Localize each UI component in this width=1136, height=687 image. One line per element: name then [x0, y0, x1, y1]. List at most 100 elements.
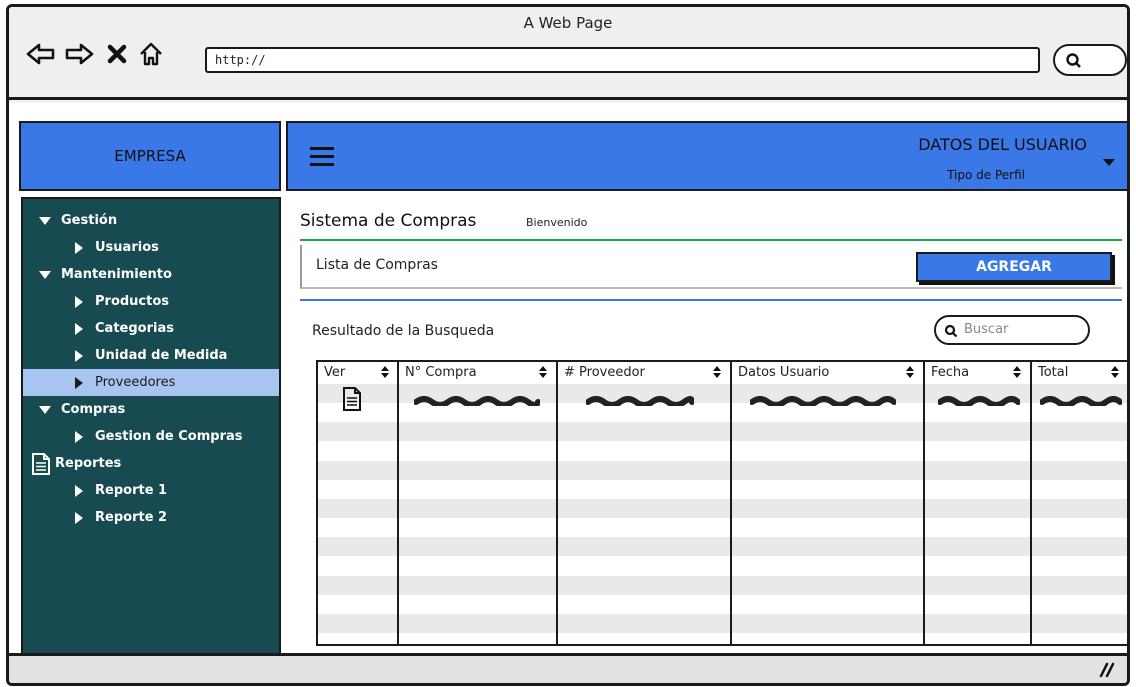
- triangle-right-icon: [75, 484, 83, 497]
- sidebar-item-usuarios[interactable]: Usuarios: [23, 234, 279, 261]
- column-divider: [730, 362, 732, 644]
- results-label: Resultado de la Busqueda: [312, 323, 495, 339]
- browser-search-button[interactable]: [1053, 44, 1127, 76]
- user-profile-type: Tipo de Perfil: [947, 168, 1025, 182]
- sidebar-item-categorias[interactable]: Categorias: [23, 315, 279, 342]
- sidebar-item-label: Categorias: [95, 321, 174, 336]
- triangle-down-icon: [39, 405, 51, 414]
- sidebar-item-unidad-de-medida[interactable]: Unidad de Medida: [23, 342, 279, 369]
- sidebar-item-reportes[interactable]: Reportes: [23, 450, 279, 477]
- sidebar-item-reporte-1[interactable]: Reporte 1: [23, 477, 279, 504]
- welcome-text: Bienvenido: [526, 216, 588, 229]
- sidebar-item-reporte-2[interactable]: Reporte 2: [23, 504, 279, 531]
- triangle-right-icon: [75, 430, 83, 443]
- brand-logo: EMPRESA: [19, 121, 281, 191]
- purchases-table: Ver N° Compra # Proveedor Datos Usuario …: [316, 360, 1127, 646]
- add-button[interactable]: AGREGAR: [916, 252, 1112, 282]
- sidebar-item-label: Mantenimiento: [61, 267, 172, 282]
- placeholder-scribble: [750, 396, 896, 406]
- main-panel: Sistema de Compras Bienvenido Lista de C…: [294, 203, 1127, 653]
- placeholder-scribble: [414, 396, 540, 406]
- triangle-right-icon: [75, 376, 83, 389]
- forward-arrow-icon[interactable]: [61, 39, 97, 69]
- column-divider: [1030, 362, 1032, 644]
- placeholder-scribble: [938, 396, 1020, 406]
- document-icon[interactable]: [342, 386, 362, 412]
- table-row: [318, 537, 1127, 556]
- column-header-compra[interactable]: N° Compra: [399, 362, 556, 384]
- sidebar-item-label: Gestion de Compras: [95, 429, 243, 444]
- window-title: A Web Page: [523, 14, 613, 32]
- column-header-label: # Proveedor: [564, 365, 645, 380]
- sidebar: Gestión Usuarios Mantenimiento Productos…: [21, 197, 281, 655]
- sidebar-item-label: Gestión: [61, 213, 118, 228]
- address-bar[interactable]: http://: [205, 47, 1040, 73]
- placeholder-scribble: [586, 396, 694, 406]
- page-title: Sistema de Compras: [300, 211, 477, 231]
- sidebar-item-gestion[interactable]: Gestión: [23, 207, 279, 234]
- column-divider: [923, 362, 925, 644]
- column-header-proveedor[interactable]: # Proveedor: [558, 362, 730, 384]
- sidebar-item-label: Unidad de Medida: [95, 348, 228, 363]
- search-input[interactable]: Buscar: [934, 315, 1090, 345]
- column-header-label: Fecha: [931, 365, 970, 380]
- sidebar-item-mantenimiento[interactable]: Mantenimiento: [23, 261, 279, 288]
- list-header: Lista de Compras AGREGAR: [300, 245, 1122, 289]
- sidebar-item-label: Compras: [61, 402, 126, 417]
- table-row: [318, 614, 1127, 633]
- home-icon[interactable]: [133, 39, 169, 69]
- back-arrow-icon[interactable]: [23, 39, 59, 69]
- triangle-right-icon: [75, 295, 83, 308]
- page-content: EMPRESA DATOS DEL USUARIO Tipo de Perfil…: [9, 103, 1127, 655]
- sort-icon[interactable]: [538, 365, 548, 379]
- search-placeholder: Buscar: [964, 322, 1009, 337]
- triangle-down-icon: [39, 216, 51, 225]
- column-header-label: Total: [1038, 365, 1069, 380]
- sidebar-item-label: Reportes: [55, 456, 122, 471]
- triangle-right-icon: [75, 349, 83, 362]
- sort-icon[interactable]: [905, 365, 915, 379]
- column-divider: [397, 362, 399, 644]
- sidebar-item-label: Usuarios: [95, 240, 159, 255]
- browser-window: A Web Page http:// EMPRESA DATOS DEL USU…: [6, 4, 1130, 686]
- sidebar-item-label: Reporte 1: [95, 483, 168, 498]
- table-row: [318, 576, 1127, 595]
- sort-icon[interactable]: [1012, 365, 1022, 379]
- section-divider: [300, 299, 1122, 301]
- triangle-right-icon: [75, 511, 83, 524]
- placeholder-scribble: [1040, 396, 1122, 406]
- column-header-label: Ver: [324, 365, 346, 380]
- user-name[interactable]: DATOS DEL USUARIO: [918, 135, 1087, 154]
- list-title: Lista de Compras: [316, 257, 438, 273]
- sort-icon[interactable]: [1110, 365, 1120, 379]
- sidebar-item-productos[interactable]: Productos: [23, 288, 279, 315]
- search-icon: [944, 324, 958, 338]
- document-icon: [32, 452, 50, 475]
- resize-grip-icon[interactable]: [1097, 662, 1115, 678]
- browser-titlebar: A Web Page http://: [9, 7, 1127, 100]
- table-row: [318, 499, 1127, 518]
- column-header-label: N° Compra: [405, 365, 477, 380]
- status-bar: [9, 653, 1127, 683]
- column-divider: [556, 362, 558, 644]
- sidebar-item-gestion-de-compras[interactable]: Gestion de Compras: [23, 423, 279, 450]
- sidebar-item-proveedores[interactable]: Proveedores: [23, 369, 279, 396]
- triangle-down-icon: [39, 270, 51, 279]
- sort-icon[interactable]: [380, 365, 390, 379]
- sidebar-item-label: Reporte 2: [95, 510, 168, 525]
- sort-icon[interactable]: [712, 365, 722, 379]
- search-icon: [1066, 53, 1081, 68]
- hamburger-icon[interactable]: [310, 147, 334, 167]
- triangle-right-icon: [75, 241, 83, 254]
- sidebar-item-label: Proveedores: [95, 375, 176, 390]
- triangle-right-icon: [75, 322, 83, 335]
- top-navbar: DATOS DEL USUARIO Tipo de Perfil: [286, 121, 1127, 191]
- close-x-icon[interactable]: [99, 39, 135, 69]
- title-divider: [300, 239, 1122, 241]
- column-header-label: Datos Usuario: [738, 365, 830, 380]
- sidebar-item-compras[interactable]: Compras: [23, 396, 279, 423]
- column-header-usuario[interactable]: Datos Usuario: [732, 362, 923, 384]
- caret-down-icon[interactable]: [1103, 159, 1115, 166]
- table-row: [318, 422, 1127, 441]
- table-row: [318, 461, 1127, 480]
